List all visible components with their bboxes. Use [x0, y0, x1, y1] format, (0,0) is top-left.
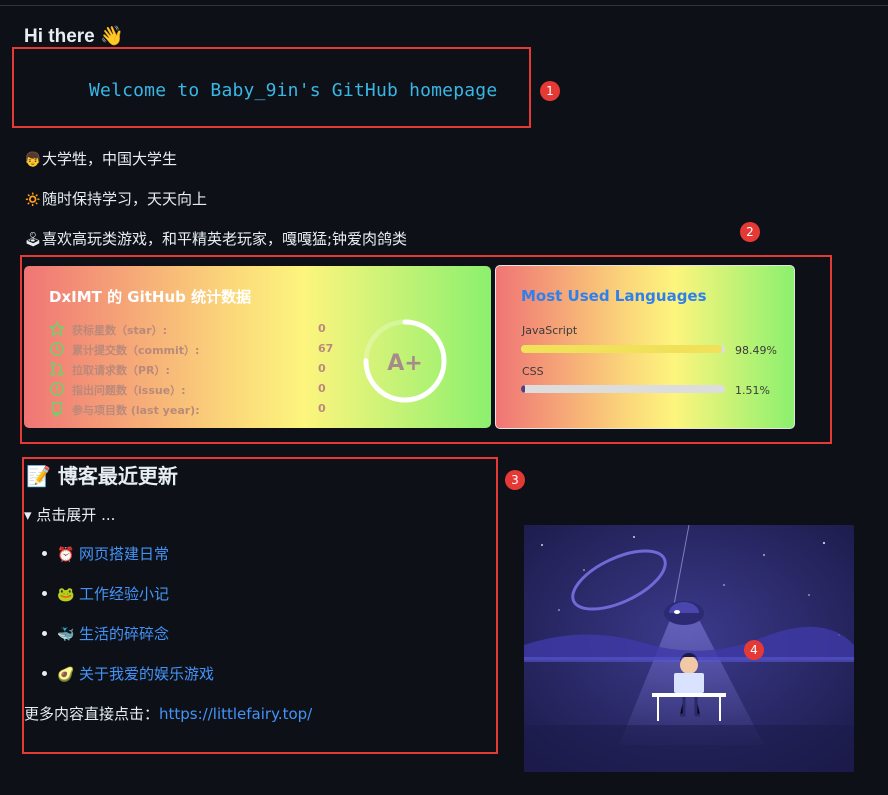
expand-toggle[interactable]: ▾ 点击展开 ... — [24, 504, 115, 525]
stat-value-contribs: 0 — [318, 402, 326, 415]
stat-label-contribs: 参与项目数 (last year): — [72, 404, 200, 417]
rank-ring: A+ — [363, 319, 447, 403]
stat-value-commits: 67 — [318, 342, 334, 355]
history-icon — [50, 342, 64, 356]
boy-icon: 👦 — [24, 152, 42, 168]
welcome-text: Welcome to Baby_9in's GitHub homepage — [89, 80, 498, 101]
blog-link-2[interactable]: 工作经验小记 — [79, 585, 169, 603]
blog-link-1[interactable]: 网页搭建日常 — [79, 545, 169, 563]
more-content-line: 更多内容直接点击：https://littlefairy.top/ — [24, 703, 312, 724]
bullet — [42, 591, 47, 596]
more-content-label: 更多内容直接点击： — [24, 705, 160, 723]
stat-row-contribs: 参与项目数 (last year): — [49, 401, 200, 418]
frog-icon: 🐸 — [57, 587, 75, 603]
blog-link-4[interactable]: 关于我爱的娱乐游戏 — [79, 665, 214, 683]
lang-bar-fill-javascript — [521, 345, 722, 353]
lang-bar-fill-css — [521, 385, 526, 393]
more-content-link[interactable]: https://littlefairy.top/ — [159, 705, 312, 723]
intro-text-1: 大学牲，中国大学生 — [42, 150, 178, 168]
annotation-badge-3: 3 — [505, 470, 525, 490]
star-icon — [49, 321, 65, 337]
stat-row-prs: 拉取请求数（PR）: — [49, 361, 170, 378]
intro-text-3: 喜欢高玩类游戏，和平精英老玩家，嘎嘎猛;钟爱肉鸽类 — [42, 230, 408, 248]
stat-value-stars: 0 — [318, 322, 326, 335]
lang-percent-css: 1.51% — [735, 384, 770, 397]
languages-card[interactable]: Most Used Languages JavaScript 98.49% CS… — [495, 265, 795, 429]
pull-request-icon — [50, 362, 64, 376]
blog-list-item-2: 🐸 工作经验小记 — [42, 583, 169, 604]
bullet — [42, 631, 47, 636]
whale-icon: 🐳 — [57, 627, 75, 643]
top-divider — [0, 5, 888, 6]
intro-line-1: 👦大学牲，中国大学生 — [24, 148, 177, 169]
blog-section-title: 📝 博客最近更新 — [26, 464, 178, 488]
greeting-heading: Hi there 👋 — [24, 26, 124, 47]
rank-grade: A+ — [387, 351, 422, 376]
stat-value-issues: 0 — [318, 382, 326, 395]
sun-icon: 🔅 — [24, 192, 42, 208]
bullet — [42, 671, 47, 676]
annotation-badge-2: 2 — [740, 222, 760, 242]
lang-bar-javascript — [521, 345, 725, 353]
repo-icon — [51, 402, 63, 417]
blog-list-item-4: 🥑 关于我爱的娱乐游戏 — [42, 663, 214, 684]
lang-bar-css — [521, 385, 725, 393]
alarm-clock-icon: ⏰ — [57, 547, 75, 563]
lang-name-css: CSS — [522, 365, 544, 378]
stat-label-prs: 拉取请求数（PR）: — [72, 364, 170, 377]
annotation-badge-1: 1 — [540, 81, 560, 101]
bullet — [42, 551, 47, 556]
stat-row-issues: 指出问题数（issue）: — [49, 381, 186, 398]
annotation-badge-4: 4 — [744, 640, 764, 660]
blog-link-3[interactable]: 生活的碎碎念 — [79, 625, 169, 643]
coding-illustration — [524, 525, 854, 772]
avocado-icon: 🥑 — [57, 667, 75, 683]
lang-name-javascript: JavaScript — [522, 324, 578, 337]
intro-line-2: 🔅随时保持学习，天天向上 — [24, 188, 207, 209]
blog-list-item-3: 🐳 生活的碎碎念 — [42, 623, 169, 644]
issue-icon — [50, 382, 64, 396]
stat-label-issues: 指出问题数（issue）: — [72, 384, 186, 397]
languages-card-title: Most Used Languages — [521, 287, 707, 305]
stat-row-commits: 累计提交数（commit）: — [49, 341, 199, 358]
intro-text-2: 随时保持学习，天天向上 — [42, 190, 208, 208]
stat-label-commits: 累计提交数（commit）: — [72, 344, 200, 357]
blog-list-item-1: ⏰ 网页搭建日常 — [42, 543, 169, 564]
stat-row-stars: 获标星数（star）: — [49, 321, 167, 338]
stat-value-prs: 0 — [318, 362, 326, 375]
stat-label-stars: 获标星数（star）: — [72, 324, 168, 337]
stats-card-title: DxIMT 的 GitHub 统计数据 — [49, 288, 252, 306]
joystick-icon: 🕹 — [24, 232, 42, 248]
github-stats-card[interactable]: DxIMT 的 GitHub 统计数据 获标星数（star）: 0 累计提交数（… — [24, 266, 491, 428]
lang-percent-javascript: 98.49% — [735, 344, 777, 357]
intro-line-3: 🕹喜欢高玩类游戏，和平精英老玩家，嘎嘎猛;钟爱肉鸽类 — [24, 228, 407, 249]
